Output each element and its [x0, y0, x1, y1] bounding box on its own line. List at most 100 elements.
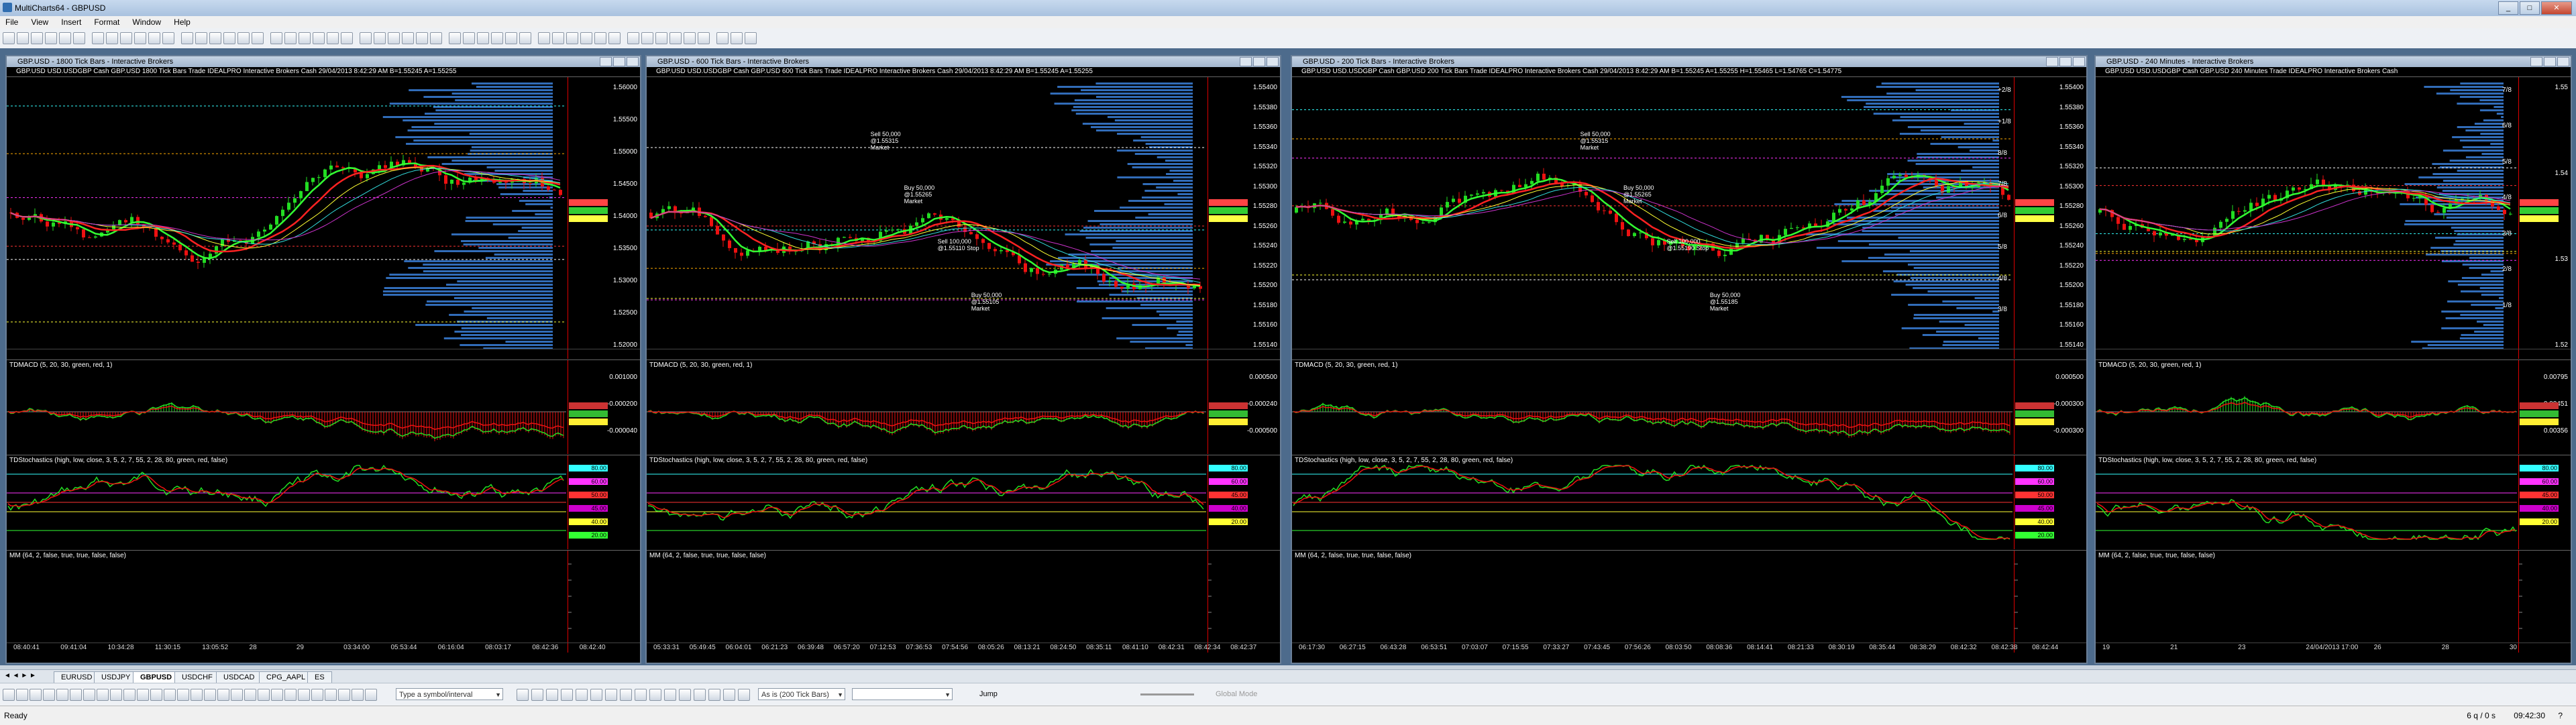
chart-panel-mm[interactable]: MM (64, 2, false, true, true, false, fal…: [2096, 550, 2571, 653]
zoom-tool-icon[interactable]: [325, 689, 337, 701]
menu-window[interactable]: Window: [127, 16, 166, 28]
blank-combo[interactable]: ▼: [852, 688, 953, 700]
strategy-icon[interactable]: [608, 32, 621, 44]
chart-maximize-button[interactable]: [2059, 57, 2072, 66]
trade-marker-label[interactable]: Sell 100,000 @1.55190 Stop: [1666, 238, 1713, 252]
day-icon[interactable]: [463, 32, 475, 44]
trend-icon[interactable]: [237, 32, 250, 44]
tab-cpg-aapl[interactable]: CPG_AAPL: [259, 671, 313, 683]
chart-title-bar[interactable]: GBP.USD - 240 Minutes - Interactive Brok…: [2096, 56, 2571, 67]
tab-usdcad[interactable]: USDCAD: [216, 671, 262, 683]
format-tool-1-icon[interactable]: [531, 689, 543, 701]
format-tool-14-icon[interactable]: [723, 689, 735, 701]
chart-title-bar[interactable]: GBP.USD - 1800 Tick Bars - Interactive B…: [7, 56, 640, 67]
chart-minimize-button[interactable]: [2530, 57, 2542, 66]
symbol-input[interactable]: Type a symbol/interval ▼: [396, 688, 503, 700]
tab-eurusd[interactable]: EURUSD: [54, 671, 100, 683]
print-tool-icon[interactable]: [338, 689, 350, 701]
chart-maximize-button[interactable]: [613, 57, 625, 66]
fib-tool-icon[interactable]: [83, 689, 95, 701]
arrow-down-tool-icon[interactable]: [191, 689, 203, 701]
scale-icon[interactable]: [566, 32, 578, 44]
help-icon[interactable]: ?: [2558, 711, 2563, 720]
month-icon[interactable]: [491, 32, 503, 44]
tab-usdchf[interactable]: USDCHF: [174, 671, 220, 683]
shift-left-icon[interactable]: [538, 32, 550, 44]
chart-panel-price[interactable]: 1.55400 1.55380 1.55360 1.55340 1.55320 1.553…: [1292, 76, 2086, 359]
undo-icon[interactable]: [106, 32, 118, 44]
week-icon[interactable]: [477, 32, 489, 44]
chart-panel-price[interactable]: 1.56000 1.55500 1.55000 1.54500 1.54000 1.535…: [7, 76, 640, 359]
triangle-tool-icon[interactable]: [150, 689, 162, 701]
trash-tool-icon[interactable]: [244, 689, 256, 701]
chart-minimize-button[interactable]: [600, 57, 612, 66]
interval-combo[interactable]: As is (200 Tick Bars) ▼: [758, 688, 845, 700]
chart-close-button[interactable]: [627, 57, 639, 66]
settings-icon[interactable]: [731, 32, 743, 44]
trade-marker-label[interactable]: Buy 50,000 @1.55265 Market: [904, 184, 951, 205]
hline-icon[interactable]: [209, 32, 221, 44]
arrow-icon[interactable]: [284, 32, 297, 44]
chart-panel-mm[interactable]: MM (64, 2, false, true, true, false, fal…: [1292, 550, 2086, 653]
line-chart-icon[interactable]: [327, 32, 339, 44]
tab-scroll-arrows[interactable]: ◄ ◄ ► ►: [4, 672, 36, 679]
refresh-icon[interactable]: [669, 32, 682, 44]
chart-minimize-button[interactable]: [2046, 57, 2058, 66]
format-tool-15-icon[interactable]: [738, 689, 750, 701]
magnet-tool-icon[interactable]: [231, 689, 243, 701]
paste-icon[interactable]: [92, 32, 104, 44]
chart-panel-macd[interactable]: TDMACD (5, 20, 30, green, red, 1) 0.00050…: [1292, 359, 2086, 454]
chart-panel-stoch[interactable]: TDStochastics (high, low, close, 3, 5, 2…: [2096, 455, 2571, 549]
tile-icon[interactable]: [684, 32, 696, 44]
link-icon[interactable]: [641, 32, 653, 44]
format-tool-8-icon[interactable]: [635, 689, 647, 701]
jump-button[interactable]: Jump: [979, 690, 998, 698]
minimize-button[interactable]: _: [2498, 1, 2518, 15]
lock-tool-icon[interactable]: [217, 689, 229, 701]
copy-icon[interactable]: [73, 32, 85, 44]
new-window-icon[interactable]: [716, 32, 729, 44]
gann-tool-icon[interactable]: [97, 689, 109, 701]
zoom-icon[interactable]: [162, 32, 174, 44]
chart-window-2[interactable]: GBP.USD - 600 Tick Bars - Interactive Br…: [645, 55, 1281, 664]
cursor-icon[interactable]: [134, 32, 146, 44]
zoom-in-icon[interactable]: [505, 32, 517, 44]
new-icon[interactable]: [3, 32, 15, 44]
chart-panel-mm[interactable]: MM (64, 2, false, true, true, false, fal…: [7, 550, 640, 653]
chart-props-tool-icon[interactable]: [258, 689, 270, 701]
text-tool-icon[interactable]: [164, 689, 176, 701]
chart-panel-price[interactable]: 1.55400 1.55380 1.55360 1.55340 1.55320 1.553…: [647, 76, 1280, 359]
line-tool-icon[interactable]: [16, 689, 28, 701]
pitchfork-tool-icon[interactable]: [110, 689, 122, 701]
chart-panel-stoch[interactable]: TDStochastics (high, low, close, 3, 5, 2…: [7, 455, 640, 549]
trade-marker-label[interactable]: Buy 50,000 @1.55105 Market: [971, 292, 1018, 312]
objects-tool-icon[interactable]: [284, 689, 297, 701]
tick-icon[interactable]: [416, 32, 428, 44]
menu-file[interactable]: File: [0, 16, 23, 28]
chart-panel-stoch[interactable]: TDStochastics (high, low, close, 3, 5, 2…: [647, 455, 1280, 549]
format-tool-9-icon[interactable]: [649, 689, 661, 701]
chart-panel-stoch[interactable]: TDStochastics (high, low, close, 3, 5, 2…: [1292, 455, 2086, 549]
format-tool-10-icon[interactable]: [664, 689, 676, 701]
line-icon[interactable]: [195, 32, 207, 44]
ellipse-tool-icon[interactable]: [137, 689, 149, 701]
tab-es[interactable]: ES: [307, 671, 332, 683]
alert-icon[interactable]: [627, 32, 639, 44]
kagi-icon[interactable]: [402, 32, 414, 44]
hour-icon[interactable]: [449, 32, 461, 44]
chart-window-1[interactable]: GBP.USD - 1800 Tick Bars - Interactive B…: [5, 55, 641, 664]
menu-view[interactable]: View: [25, 16, 54, 28]
chart-panel-macd[interactable]: TDMACD (5, 20, 30, green, red, 1) 0.00050…: [647, 359, 1280, 454]
chart-maximize-button[interactable]: [1253, 57, 1265, 66]
format-tool-6-icon[interactable]: [605, 689, 617, 701]
chart-window-3[interactable]: GBP.USD - 200 Tick Bars - Interactive Br…: [1291, 55, 2088, 664]
chart-panel-macd[interactable]: TDMACD (5, 20, 30, green, red, 1) 0.00795…: [2096, 359, 2571, 454]
pointer-tool-icon[interactable]: [3, 689, 15, 701]
pan-icon[interactable]: [181, 32, 193, 44]
candle-icon[interactable]: [313, 32, 325, 44]
scale-tool-icon[interactable]: [311, 689, 323, 701]
cascade-icon[interactable]: [698, 32, 710, 44]
chart-window-4[interactable]: GBP.USD - 240 Minutes - Interactive Brok…: [2094, 55, 2572, 664]
format-tool-11-icon[interactable]: [679, 689, 691, 701]
renko-icon[interactable]: [388, 32, 400, 44]
